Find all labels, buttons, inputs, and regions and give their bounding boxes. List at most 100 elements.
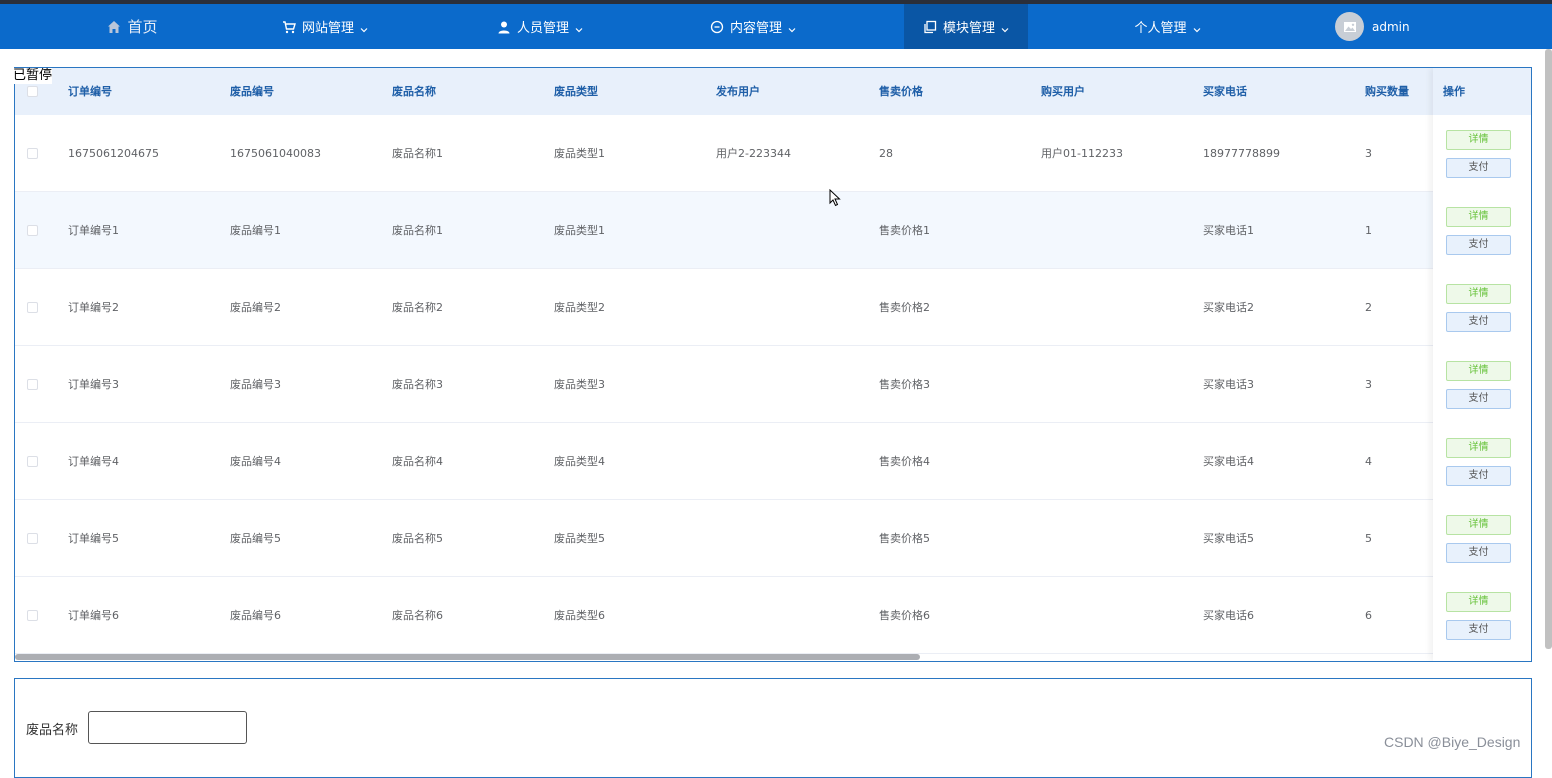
- cell-item-type: 废品类型5: [554, 532, 605, 545]
- search-name-label: 废品名称: [26, 723, 79, 738]
- pay-button[interactable]: 支付: [1446, 312, 1511, 332]
- nav-module-manage[interactable]: 模块管理: [904, 4, 1028, 49]
- horizontal-scrollbar[interactable]: [15, 654, 920, 660]
- pay-button[interactable]: 支付: [1446, 543, 1511, 563]
- cell-item-no: 废品编号2: [230, 301, 281, 314]
- detail-button[interactable]: 详情: [1446, 515, 1511, 535]
- col-price[interactable]: 售卖价格: [879, 68, 923, 115]
- cell-buyer: 用户01-112233: [1041, 147, 1123, 160]
- cell-price: 售卖价格5: [879, 532, 930, 545]
- col-item-name[interactable]: 废品名称: [392, 68, 436, 115]
- cell-quantity: 1: [1365, 224, 1372, 237]
- cell-buyer-phone: 买家电话1: [1203, 224, 1254, 237]
- cell-price: 28: [879, 147, 893, 160]
- detail-button[interactable]: 详情: [1446, 592, 1511, 612]
- cell-price: 售卖价格6: [879, 609, 930, 622]
- nav-home[interactable]: 首页: [60, 4, 205, 49]
- cell-order-no: 订单编号6: [68, 609, 119, 622]
- col-item-type[interactable]: 废品类型: [554, 68, 598, 115]
- detail-button[interactable]: 详情: [1446, 130, 1511, 150]
- table-row[interactable]: 订单编号1 废品编号1 废品名称1 废品类型1 售卖价格1 买家电话1 1: [15, 192, 1531, 269]
- row-checkbox[interactable]: [27, 225, 38, 236]
- detail-button[interactable]: 详情: [1446, 438, 1511, 458]
- chevron-down-icon: [788, 23, 796, 32]
- nav-personal-manage-label: 个人管理: [1134, 21, 1187, 36]
- cell-quantity: 3: [1365, 378, 1372, 391]
- cell-quantity: 5: [1365, 532, 1372, 545]
- nav-content-manage[interactable]: 内容管理: [678, 4, 828, 49]
- cell-item-type: 废品类型2: [554, 301, 605, 314]
- cell-item-type: 废品类型4: [554, 455, 605, 468]
- col-publisher[interactable]: 发布用户: [716, 68, 760, 115]
- detail-button[interactable]: 详情: [1446, 284, 1511, 304]
- chevron-down-icon: [1193, 23, 1201, 32]
- copy-icon: [923, 20, 937, 34]
- cell-publisher: 用户2-223344: [716, 147, 791, 160]
- col-item-no[interactable]: 废品编号: [230, 68, 274, 115]
- nav-user-menu[interactable]: admin: [1335, 4, 1425, 49]
- col-actions: 操作: [1433, 68, 1531, 115]
- home-icon: [107, 20, 121, 34]
- col-buyer-phone[interactable]: 买家电话: [1203, 68, 1247, 115]
- row-checkbox[interactable]: [27, 148, 38, 159]
- row-checkbox[interactable]: [27, 302, 38, 313]
- cell-item-no: 废品编号3: [230, 378, 281, 391]
- pay-button[interactable]: 支付: [1446, 466, 1511, 486]
- cell-order-no: 订单编号2: [68, 301, 119, 314]
- table-row[interactable]: 订单编号2 废品编号2 废品名称2 废品类型2 售卖价格2 买家电话2 2: [15, 269, 1531, 346]
- chat-bubble-icon: [710, 20, 724, 34]
- detail-button[interactable]: 详情: [1446, 361, 1511, 381]
- cell-quantity: 2: [1365, 301, 1372, 314]
- col-order-no[interactable]: 订单编号: [68, 68, 112, 115]
- cell-item-type: 废品类型1: [554, 147, 605, 160]
- nav-people-manage[interactable]: 人员管理: [465, 4, 615, 49]
- cell-item-name: 废品名称3: [392, 378, 443, 391]
- cell-order-no: 订单编号3: [68, 378, 119, 391]
- cell-item-type: 废品类型1: [554, 224, 605, 237]
- nav-site-manage[interactable]: 网站管理: [250, 4, 400, 49]
- pay-button[interactable]: 支付: [1446, 620, 1511, 640]
- mouse-cursor-icon: [829, 189, 841, 207]
- cell-buyer-phone: 买家电话4: [1203, 455, 1254, 468]
- cell-buyer-phone: 18977778899: [1203, 147, 1280, 160]
- row-checkbox[interactable]: [27, 379, 38, 390]
- pay-button[interactable]: 支付: [1446, 158, 1511, 178]
- cell-price: 售卖价格4: [879, 455, 930, 468]
- cell-order-no: 订单编号1: [68, 224, 119, 237]
- nav-people-manage-label: 人员管理: [516, 21, 569, 36]
- table-row[interactable]: 订单编号4 废品编号4 废品名称4 废品类型4 售卖价格4 买家电话4 4: [15, 423, 1531, 500]
- cell-item-name: 废品名称2: [392, 301, 443, 314]
- table-row[interactable]: 订单编号5 废品编号5 废品名称5 废品类型5 售卖价格5 买家电话5 5: [15, 500, 1531, 577]
- cell-order-no: 1675061204675: [68, 147, 159, 160]
- chevron-down-icon: [575, 23, 583, 32]
- detail-button[interactable]: 详情: [1446, 207, 1511, 227]
- cell-item-name: 废品名称1: [392, 224, 443, 237]
- actions-column: 操作 详情 支付 详情 支付 详情 支付 详情 支付 详情 支付 详情 支付 详情 支付: [1433, 68, 1531, 661]
- cell-item-name: 废品名称6: [392, 609, 443, 622]
- col-buyer[interactable]: 购买用户: [1041, 68, 1085, 115]
- chevron-down-icon: [360, 23, 368, 32]
- table-row[interactable]: 1675061204675 1675061040083 废品名称1 废品类型1 用户2-…: [15, 115, 1531, 192]
- table-row[interactable]: 订单编号6 废品编号6 废品名称6 废品类型6 售卖价格6 买家电话6 6: [15, 577, 1531, 654]
- cell-buyer-phone: 买家电话5: [1203, 532, 1254, 545]
- nav-home-label: 首页: [127, 18, 158, 36]
- pay-button[interactable]: 支付: [1446, 235, 1511, 255]
- row-checkbox[interactable]: [27, 610, 38, 621]
- vertical-scrollbar[interactable]: [1545, 49, 1552, 649]
- cell-order-no: 订单编号5: [68, 532, 119, 545]
- nav-content-manage-label: 内容管理: [729, 21, 782, 36]
- pay-button[interactable]: 支付: [1446, 389, 1511, 409]
- nav-personal-manage[interactable]: 个人管理: [1100, 4, 1235, 49]
- cell-price: 售卖价格2: [879, 301, 930, 314]
- col-quantity[interactable]: 购买数量: [1365, 68, 1409, 115]
- top-nav-bar: 首页 网站管理 人员管理 内容管理 模块管理 个人管理 admin: [0, 4, 1552, 49]
- cell-item-no: 废品编号5: [230, 532, 281, 545]
- row-checkbox[interactable]: [27, 456, 38, 467]
- cell-quantity: 6: [1365, 609, 1372, 622]
- table-row[interactable]: 订单编号3 废品编号3 废品名称3 废品类型3 售卖价格3 买家电话3 3: [15, 346, 1531, 423]
- cell-item-no: 废品编号1: [230, 224, 281, 237]
- order-table: 订单编号 废品编号 废品名称 废品类型 发布用户 售卖价格 购买用户 买家电话 …: [14, 67, 1532, 662]
- row-checkbox[interactable]: [27, 533, 38, 544]
- search-name-input[interactable]: [88, 711, 247, 744]
- select-all-checkbox[interactable]: [27, 86, 38, 97]
